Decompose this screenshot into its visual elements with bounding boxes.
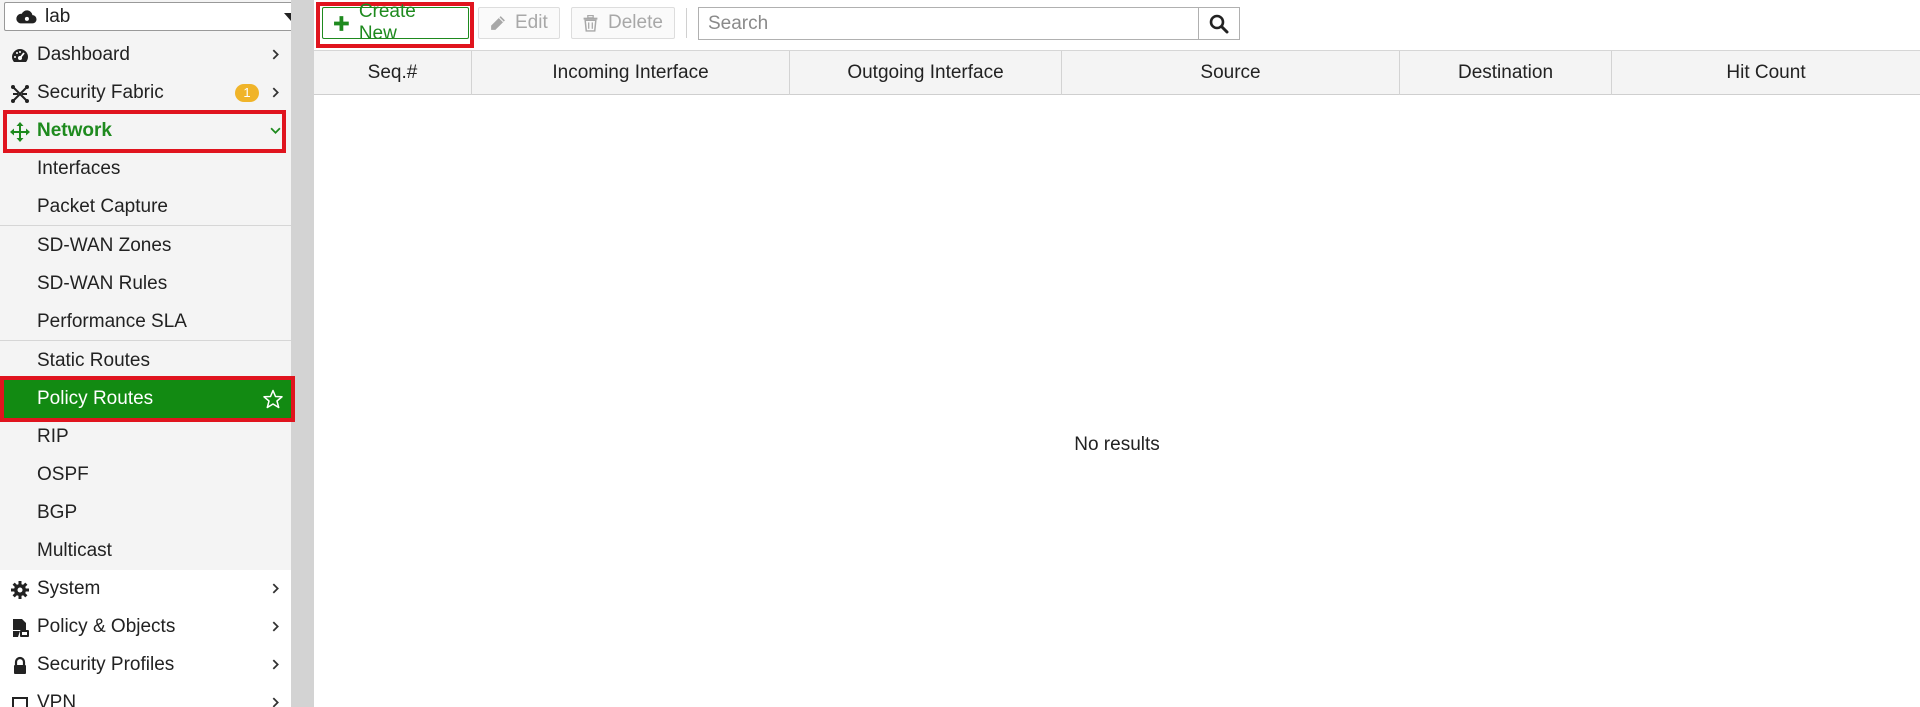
column-header-seq[interactable]: Seq.# bbox=[314, 51, 472, 95]
sidebar-subitem-rip[interactable]: RIP bbox=[0, 418, 291, 456]
create-new-label: Create New bbox=[358, 1, 416, 44]
sidebar-subitem-label: SD-WAN Rules bbox=[37, 273, 168, 294]
chevron-right-icon bbox=[272, 49, 279, 60]
chevron-right-icon bbox=[272, 583, 279, 594]
edit-button[interactable]: Edit bbox=[478, 7, 560, 39]
sidebar-item-label: Security Fabric bbox=[37, 82, 164, 103]
sidebar-subitem-packet-capture[interactable]: Packet Capture bbox=[0, 188, 291, 226]
vpn-monitor-icon bbox=[12, 697, 28, 707]
column-header-source[interactable]: Source bbox=[1062, 51, 1400, 95]
column-header-outgoing-interface[interactable]: Outgoing Interface bbox=[790, 51, 1062, 95]
pencil-icon bbox=[491, 15, 505, 30]
sidebar-subitem-policy-routes[interactable]: Policy Routes bbox=[4, 380, 291, 418]
chevron-right-icon bbox=[272, 87, 279, 98]
sidebar-item-label: VPN bbox=[37, 692, 77, 707]
table-header: Seq.# Incoming Interface Outgoing Interf… bbox=[314, 50, 1920, 95]
sidebar-subitem-sdwan-zones[interactable]: SD-WAN Zones bbox=[0, 227, 291, 265]
sidebar-item-policy-objects[interactable]: Policy & Objects bbox=[0, 608, 291, 646]
trash-icon bbox=[583, 14, 598, 32]
sidebar-subitem-label: Static Routes bbox=[37, 350, 150, 371]
sidebar-item-vpn[interactable]: VPN bbox=[0, 684, 291, 707]
sidebar-subitem-label: OSPF bbox=[37, 464, 89, 485]
sidebar-item-system[interactable]: System bbox=[0, 570, 291, 608]
plus-icon bbox=[334, 15, 349, 31]
sidebar-group-divider bbox=[0, 340, 291, 341]
dashboard-icon bbox=[12, 49, 28, 62]
column-header-destination[interactable]: Destination bbox=[1400, 51, 1612, 95]
sidebar-subitem-static-routes[interactable]: Static Routes bbox=[0, 342, 291, 380]
sidebar-item-security-fabric[interactable]: Security Fabric 1 bbox=[0, 74, 291, 112]
sidebar-subitem-label: Packet Capture bbox=[37, 196, 168, 217]
column-header-incoming-interface[interactable]: Incoming Interface bbox=[472, 51, 790, 95]
empty-table-message: No results bbox=[1074, 434, 1160, 455]
network-move-icon bbox=[10, 122, 30, 142]
column-header-hit-count[interactable]: Hit Count bbox=[1612, 51, 1920, 95]
vdom-selector[interactable]: lab bbox=[4, 2, 307, 31]
sidebar-subitem-bgp[interactable]: BGP bbox=[0, 494, 291, 532]
sidebar-item-label: Security Profiles bbox=[37, 654, 175, 675]
sidebar-subitem-interfaces[interactable]: Interfaces bbox=[0, 150, 291, 188]
sidebar-item-network[interactable]: Network bbox=[0, 112, 291, 150]
sidebar-item-label: Network bbox=[37, 120, 112, 141]
sidebar-subitem-label: RIP bbox=[37, 426, 69, 447]
sidebar-subitem-sdwan-rules[interactable]: SD-WAN Rules bbox=[0, 265, 291, 303]
edit-label: Edit bbox=[515, 12, 548, 33]
sidebar-subitem-label: Performance SLA bbox=[37, 311, 187, 332]
search-input[interactable] bbox=[698, 7, 1199, 40]
create-new-button[interactable]: Create New bbox=[322, 1, 469, 44]
gear-icon bbox=[11, 581, 29, 599]
sidebar-subitem-performance-sla[interactable]: Performance SLA bbox=[0, 303, 291, 341]
sidebar-subitem-label: Policy Routes bbox=[37, 388, 154, 409]
star-favorite-icon[interactable] bbox=[263, 389, 283, 409]
sidebar-item-label: Dashboard bbox=[37, 44, 130, 65]
chevron-right-icon bbox=[272, 697, 279, 707]
search-icon bbox=[1209, 14, 1229, 33]
cloud-icon bbox=[16, 9, 37, 23]
security-fabric-icon bbox=[11, 85, 29, 103]
sidebar-item-security-profiles[interactable]: Security Profiles bbox=[0, 646, 291, 684]
sidebar-subitem-ospf[interactable]: OSPF bbox=[0, 456, 291, 494]
sidebar-subitem-label: SD-WAN Zones bbox=[37, 235, 172, 256]
chevron-right-icon bbox=[272, 659, 279, 670]
sidebar-subitem-label: Interfaces bbox=[37, 158, 121, 179]
delete-label: Delete bbox=[608, 12, 663, 33]
toolbar-divider bbox=[686, 8, 687, 38]
sidebar-item-label: System bbox=[37, 578, 101, 599]
chevron-down-icon bbox=[270, 127, 281, 134]
vdom-label: lab bbox=[45, 5, 71, 27]
sidebar-scrollbar[interactable] bbox=[291, 0, 314, 707]
sidebar-subitem-label: BGP bbox=[37, 502, 78, 523]
delete-button[interactable]: Delete bbox=[571, 7, 675, 39]
sidebar-item-label: Policy & Objects bbox=[37, 616, 176, 637]
policy-document-icon bbox=[13, 619, 29, 637]
sidebar-subitem-label: Multicast bbox=[37, 540, 112, 561]
sidebar-subitem-multicast[interactable]: Multicast bbox=[0, 532, 291, 570]
lock-icon bbox=[14, 656, 26, 674]
sidebar: lab Dashboard Security Fabric 1 Network … bbox=[0, 0, 307, 707]
sidebar-item-dashboard[interactable]: Dashboard bbox=[0, 36, 291, 74]
search-button[interactable] bbox=[1198, 7, 1240, 40]
chevron-right-icon bbox=[272, 621, 279, 632]
notification-badge: 1 bbox=[235, 84, 259, 102]
sidebar-group-divider bbox=[0, 225, 291, 226]
